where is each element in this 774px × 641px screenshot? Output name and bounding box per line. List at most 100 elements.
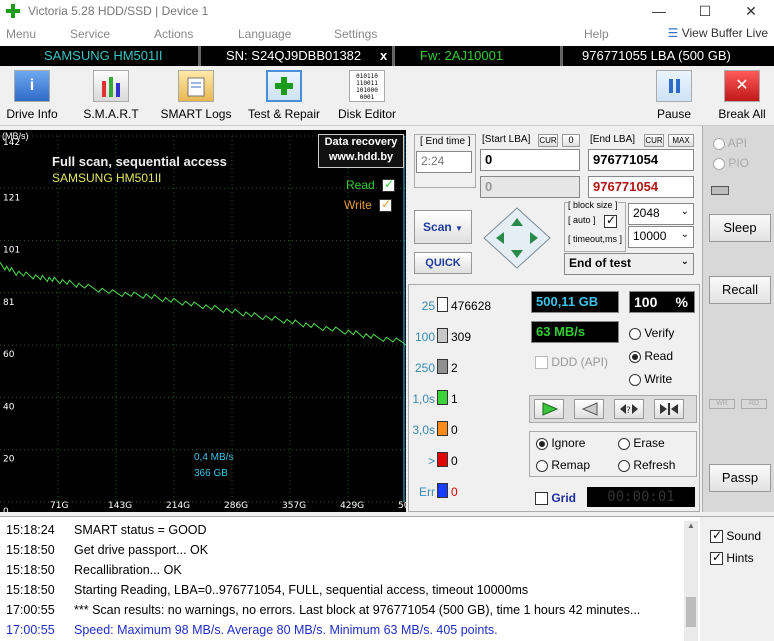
timing-label: 3,0s — [412, 423, 435, 437]
read-radio[interactable]: Read — [629, 349, 673, 363]
block-size-label: [ block size ] — [568, 200, 618, 210]
data-recovery-banner[interactable]: Data recovery www.hdd.by — [318, 134, 404, 168]
grid-checkbox[interactable]: Grid — [535, 491, 577, 506]
timing-label: 25 — [421, 299, 435, 313]
timing-label: > — [427, 454, 435, 468]
disk-editor-button[interactable]: 010110 110011 101000 0001 Disk Editor — [336, 70, 398, 126]
end-lba-max-button[interactable]: MAX — [668, 134, 694, 147]
minimize-button[interactable]: — — [636, 0, 682, 24]
menu-item-menu[interactable]: Menu — [6, 27, 36, 41]
divider — [392, 46, 395, 66]
sound-label: Sound — [726, 529, 762, 543]
indicator-led — [711, 186, 729, 195]
direction-pad[interactable] — [482, 206, 552, 270]
sound-checkbox[interactable]: Sound — [710, 528, 762, 544]
start-lba-cur-button[interactable]: CUR — [538, 134, 558, 147]
timing-count: 0 — [451, 454, 458, 468]
hints-checkbox[interactable]: Hints — [710, 550, 754, 566]
log-message: Get drive passport... OK — [74, 543, 209, 557]
skip-icon[interactable]: ? — [614, 399, 644, 419]
write-legend-checkbox[interactable] — [379, 197, 393, 213]
timing-color-block — [437, 328, 448, 343]
start-lba-zero-button[interactable]: 0 — [562, 134, 580, 147]
scan-stats-panel: 25 476628 100 309 250 2 1,0s 1 3,0s 0 >0 Err 0 500,1… — [408, 284, 700, 512]
menu-item-help[interactable]: Help — [584, 27, 609, 41]
device-firmware: Fw: 2AJ10001 — [420, 48, 504, 63]
chevron-down-icon: ⌄ — [680, 229, 689, 240]
verify-label: Verify — [644, 326, 675, 340]
scroll-up-icon[interactable]: ▲ — [684, 521, 698, 530]
menu-item-service[interactable]: Service — [70, 27, 110, 41]
grid-label: Grid — [551, 491, 577, 505]
drive-info-label: Drive Info — [6, 107, 58, 121]
write-radio[interactable]: Write — [629, 372, 672, 386]
write-legend-label: Write — [344, 198, 372, 212]
end-lba-cur-button[interactable]: CUR — [644, 134, 664, 147]
timing-color-block — [437, 483, 448, 498]
drive-info-button[interactable]: i Drive Info — [2, 70, 62, 126]
menu-bar: Menu Service Actions Language Settings H… — [0, 24, 774, 46]
title-bar: Victoria 5.28 HDD/SSD | Device 1 — ☐ ✕ — [0, 0, 774, 24]
smart-button[interactable]: S.M.A.R.T — [80, 70, 142, 126]
quick-button[interactable]: QUICK — [414, 252, 472, 274]
read-legend[interactable]: Read — [346, 177, 396, 193]
timing-label: Err — [419, 485, 435, 499]
y-tick-label: 121 — [3, 193, 20, 203]
test-repair-button[interactable]: Test & Repair — [244, 70, 324, 126]
x-tick-label: 429G — [340, 501, 364, 511]
info-icon: i — [14, 70, 50, 102]
read-legend-checkbox[interactable] — [382, 177, 396, 193]
verify-radio[interactable]: Verify — [629, 326, 674, 340]
side-panel: API PIO Sleep Recall WR RD Passp — [702, 126, 774, 512]
log-scrollbar[interactable]: ▲ — [684, 521, 698, 641]
scroll-thumb[interactable] — [686, 597, 696, 627]
write-legend[interactable]: Write — [344, 197, 393, 213]
ddd-api-checkbox[interactable]: DDD (API) — [535, 355, 609, 370]
timing-color-block — [437, 359, 448, 374]
view-buffer-live-toggle[interactable]: ☰ View Buffer Live — [668, 26, 768, 40]
close-button[interactable]: ✕ — [728, 0, 774, 24]
menu-item-settings[interactable]: Settings — [334, 27, 377, 41]
block-size-select[interactable]: 2048 ⌄ — [628, 203, 694, 225]
serial-close-button[interactable]: x — [380, 48, 387, 63]
x-tick-label: 214G — [166, 501, 190, 511]
end-action-select[interactable]: End of test ⌄ — [564, 253, 694, 275]
maximize-button[interactable]: ☐ — [682, 0, 728, 24]
menu-item-language[interactable]: Language — [238, 27, 291, 41]
start-lba-field[interactable]: 0 — [480, 149, 580, 171]
timing-count: 309 — [451, 330, 472, 344]
break-all-button[interactable]: ✕ Break All — [716, 70, 768, 126]
pause-button[interactable]: Pause — [652, 70, 696, 126]
refresh-radio[interactable]: Refresh — [618, 458, 675, 472]
timeout-select[interactable]: 10000 ⌄ — [628, 226, 694, 248]
start-lba-label: [Start LBA] — [482, 134, 531, 145]
log-row: 17:00:55 Speed: Maximum 98 MB/s. Average … — [6, 623, 498, 641]
device-info-bar: SAMSUNG HM501II SN: S24QJ9DBB01382 x Fw:… — [0, 46, 774, 66]
hints-label: Hints — [726, 551, 754, 565]
end-lba-field[interactable]: 976771054 — [588, 149, 694, 171]
device-capacity: 976771055 LBA (500 GB) — [582, 48, 731, 63]
menu-item-actions[interactable]: Actions — [154, 27, 193, 41]
speed-readout: 63 MB/s — [531, 321, 619, 343]
ddd-api-label: DDD (API) — [551, 355, 609, 369]
timing-color-block — [437, 297, 448, 312]
api-radio[interactable]: API — [713, 136, 747, 150]
ignore-radio[interactable]: Ignore — [536, 436, 585, 450]
scan-mode-dropdown[interactable]: Scan ▼ — [414, 210, 472, 244]
current-position-readout: 366 GB — [194, 468, 228, 479]
smart-logs-button[interactable]: SMART Logs — [158, 70, 234, 126]
recall-button[interactable]: Recall — [709, 276, 771, 304]
sleep-button[interactable]: Sleep — [709, 214, 771, 242]
log-row: 15:18:50 Get drive passport... OK — [6, 543, 208, 563]
remap-radio[interactable]: Remap — [536, 458, 590, 472]
pio-radio[interactable]: PIO — [713, 156, 749, 170]
auto-block-size-checkbox[interactable] — [604, 213, 617, 229]
end-time-field[interactable]: 2:24 — [416, 151, 472, 173]
end-icon[interactable] — [654, 399, 684, 419]
erase-radio[interactable]: Erase — [618, 436, 665, 450]
back-icon[interactable] — [574, 399, 604, 419]
log-options: Sound Hints — [700, 516, 774, 641]
passp-button[interactable]: Passp — [709, 464, 771, 492]
play-icon[interactable] — [534, 399, 564, 419]
position-readout: 500,11 GB — [531, 291, 619, 313]
